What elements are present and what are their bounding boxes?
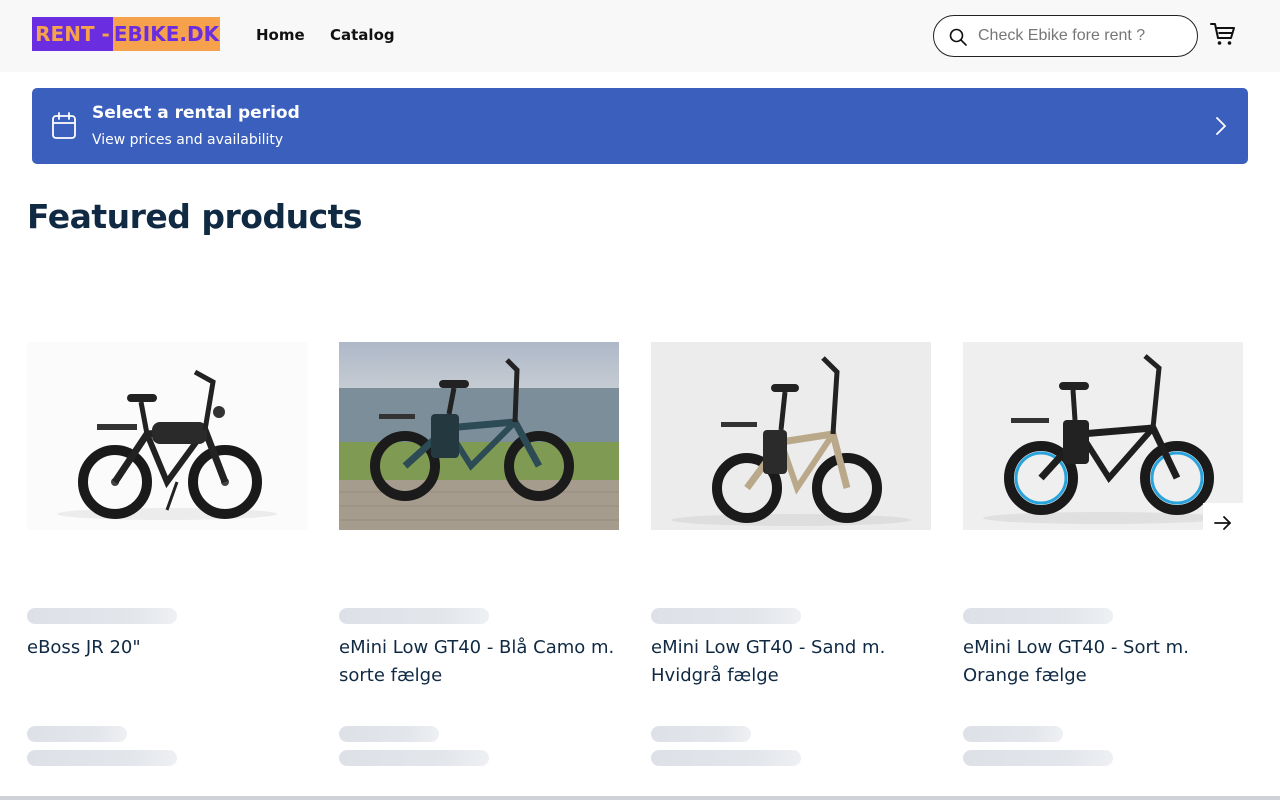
product-card[interactable]: eMini Low GT40 - Sort m. Orange fælge (963, 342, 1243, 766)
site-logo[interactable]: RENT - EBIKE.DK (32, 17, 220, 51)
product-title[interactable]: eMini Low GT40 - Sand m. Hvidgrå fælge (651, 634, 936, 690)
banner-subtitle: View prices and availability (92, 132, 284, 148)
product-image[interactable] (27, 342, 307, 530)
product-title[interactable]: eMini Low GT40 - Blå Camo m. sorte fælge (339, 634, 624, 690)
nav-home-link[interactable]: Home (256, 26, 305, 44)
search-input[interactable] (978, 24, 1183, 48)
loading-placeholder (339, 726, 439, 742)
logo-part-rent: RENT - (32, 17, 113, 51)
product-image[interactable] (339, 342, 619, 530)
loading-placeholder (963, 608, 1113, 624)
ebike-image (339, 342, 619, 530)
chevron-right-icon (1216, 117, 1226, 135)
loading-placeholder (651, 608, 801, 624)
loading-placeholder (963, 726, 1063, 742)
product-title[interactable]: eBoss JR 20" (27, 634, 312, 662)
product-card[interactable]: eBoss JR 20" (27, 342, 307, 766)
site-header: RENT - EBIKE.DK Home Catalog (0, 0, 1280, 72)
product-card[interactable]: eMini Low GT40 - Sand m. Hvidgrå fælge (651, 342, 931, 766)
loading-placeholder (339, 750, 489, 766)
cart-icon[interactable] (1209, 20, 1237, 48)
calendar-icon (52, 112, 76, 139)
search-icon (949, 28, 967, 46)
next-section-edge (0, 796, 1280, 800)
loading-placeholder (27, 750, 177, 766)
nav-catalog-link[interactable]: Catalog (330, 26, 395, 44)
loading-placeholder (963, 750, 1113, 766)
loading-placeholder (27, 608, 177, 624)
logo-part-ebike: EBIKE.DK (113, 17, 220, 51)
loading-placeholder (651, 750, 801, 766)
loading-placeholder (651, 726, 751, 742)
rental-period-banner[interactable]: Select a rental period View prices and a… (32, 88, 1248, 164)
ebike-image (963, 342, 1243, 530)
product-image[interactable] (651, 342, 931, 530)
product-image[interactable] (963, 342, 1243, 530)
banner-title: Select a rental period (92, 103, 300, 123)
search-box[interactable] (933, 15, 1198, 57)
ebike-image (651, 342, 931, 530)
arrow-right-icon (1214, 516, 1231, 530)
product-title[interactable]: eMini Low GT40 - Sort m. Orange fælge (963, 634, 1248, 690)
product-card[interactable]: eMini Low GT40 - Blå Camo m. sorte fælge (339, 342, 619, 766)
loading-placeholder (27, 726, 127, 742)
ebike-image (27, 342, 307, 530)
carousel-next-button[interactable] (1203, 503, 1243, 543)
loading-placeholder (339, 608, 489, 624)
featured-products-heading: Featured products (27, 197, 363, 236)
